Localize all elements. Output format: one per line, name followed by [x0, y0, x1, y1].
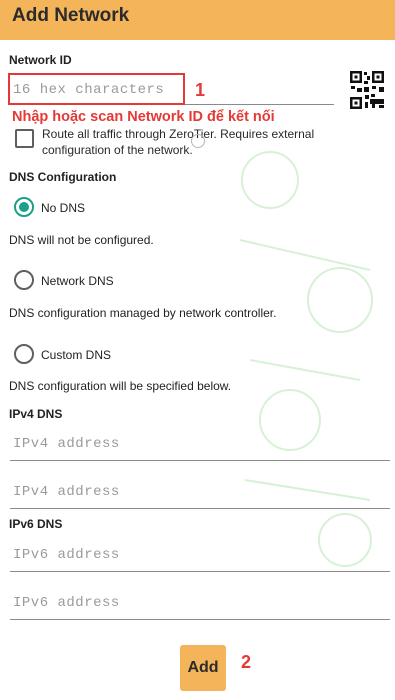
ipv4-underline-1: [10, 460, 390, 461]
network-dns-radio[interactable]: [14, 270, 34, 290]
ipv6-placeholder-2: IPv6 address: [13, 595, 120, 611]
custom-dns-label[interactable]: Custom DNS: [41, 348, 111, 362]
no-dns-description: DNS will not be configured.: [9, 233, 154, 247]
no-dns-radio[interactable]: [14, 197, 34, 217]
ipv6-placeholder-1: IPv6 address: [13, 547, 120, 563]
ipv4-dns-label: IPv4 DNS: [9, 407, 63, 421]
ipv6-underline-2: [10, 619, 390, 620]
annotation-number-1: 1: [195, 80, 206, 100]
ipv4-address-field-2[interactable]: IPv4 address: [10, 476, 390, 508]
ipv6-dns-label: IPv6 DNS: [9, 517, 63, 531]
network-id-label: Network ID: [9, 53, 72, 67]
qr-code-icon[interactable]: [349, 70, 385, 110]
no-dns-label[interactable]: No DNS: [41, 201, 85, 215]
app-bar: Add Network: [0, 0, 395, 40]
ipv4-placeholder-2: IPv4 address: [13, 484, 120, 500]
add-button[interactable]: Add: [180, 645, 226, 691]
route-all-checkbox[interactable]: [15, 129, 34, 148]
touch-ripple: [191, 134, 205, 148]
network-dns-label[interactable]: Network DNS: [41, 274, 114, 288]
network-id-highlight-box: [8, 73, 185, 105]
custom-dns-description: DNS configuration will be specified belo…: [9, 379, 232, 393]
ipv6-underline-1: [10, 571, 390, 572]
dns-section-label: DNS Configuration: [9, 170, 117, 184]
annotation-instruction: Nhập hoặc scan Network ID để kết nối: [12, 109, 275, 125]
annotation-number-2: 2: [241, 652, 252, 672]
ipv4-underline-2: [10, 508, 390, 509]
ipv4-address-field-1[interactable]: IPv4 address: [10, 428, 390, 460]
ipv6-address-field-1[interactable]: IPv6 address: [10, 539, 390, 571]
ipv6-address-field-2[interactable]: IPv6 address: [10, 587, 390, 619]
page-title: Add Network: [12, 5, 130, 26]
ipv4-placeholder-1: IPv4 address: [13, 436, 120, 452]
custom-dns-radio[interactable]: [14, 344, 34, 364]
network-dns-description: DNS configuration managed by network con…: [9, 306, 277, 320]
